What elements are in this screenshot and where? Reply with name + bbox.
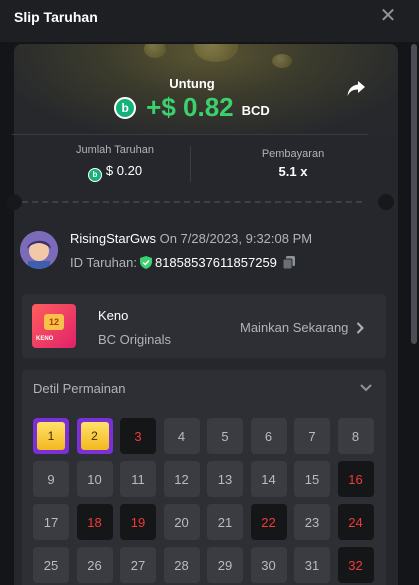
keno-tile-23: 23: [294, 504, 330, 540]
avatar-image: [20, 231, 58, 269]
keno-tile-9: 9: [33, 461, 69, 497]
dashed-divider: [22, 201, 362, 203]
keno-tile-10: 10: [76, 461, 113, 497]
result-amount: +$ 0.82: [146, 92, 234, 122]
keno-tile-13: 13: [207, 461, 243, 497]
keno-tile-6: 6: [250, 418, 287, 454]
scrollbar[interactable]: [411, 44, 417, 344]
game-name: Keno: [98, 308, 129, 323]
keno-tile-8: 8: [337, 418, 374, 454]
keno-tile-3: 3: [120, 418, 156, 454]
bet-user-line: RisingStarGws On 7/28/2023, 9:32:08 PM: [70, 231, 312, 246]
bet-amount-value: b $ 0.20: [40, 163, 190, 182]
game-provider: BC Originals: [98, 332, 171, 347]
keno-tile-14: 14: [250, 461, 287, 497]
ticket-notch-right: [378, 194, 394, 210]
chevron-right-icon: [357, 321, 365, 334]
keno-tile-17: 17: [33, 504, 69, 540]
keno-tile-24: 24: [337, 504, 374, 540]
stat-separator: [190, 146, 191, 182]
keno-tile-15: 15: [294, 461, 330, 497]
bet-date: On 7/28/2023, 9:32:08 PM: [159, 231, 313, 246]
keno-thumbnail[interactable]: 12 KENO: [32, 304, 76, 348]
avatar[interactable]: [20, 231, 58, 269]
keno-tile-27: 27: [120, 547, 156, 583]
keno-tile-28: 28: [163, 547, 200, 583]
close-icon[interactable]: ✕: [378, 6, 398, 26]
modal-title: Slip Taruhan: [14, 9, 98, 25]
keno-tile-4: 4: [163, 418, 200, 454]
keno-thumb-label: KENO: [36, 336, 54, 342]
keno-tile-5: 5: [207, 418, 243, 454]
keno-tile-2: 2: [76, 418, 113, 454]
chevron-down-icon[interactable]: [360, 384, 372, 392]
bet-amount-text: $ 0.20: [105, 163, 143, 178]
bet-id-line: ID Taruhan: 81858537611857259: [70, 255, 295, 270]
keno-tile-29: 29: [207, 547, 243, 583]
bet-id-label: ID Taruhan:: [70, 255, 137, 270]
result-amount-row: b +$ 0.82 BCD: [0, 92, 384, 123]
verified-shield-icon: [139, 256, 152, 269]
bcd-coin-icon: b: [87, 168, 102, 182]
bet-amount-label: Jumlah Taruhan: [75, 144, 155, 156]
keno-tile-30: 30: [250, 547, 287, 583]
share-icon[interactable]: [346, 80, 366, 98]
keno-tile-19: 19: [120, 504, 156, 540]
play-now-link[interactable]: Mainkan Sekarang: [240, 320, 365, 335]
keno-gem-icon: 1: [37, 422, 65, 450]
details-title: Detil Permainan: [33, 381, 126, 396]
keno-tile-18: 18: [76, 504, 113, 540]
payout-label: Pembayaran: [261, 148, 325, 160]
bet-id-value: 81858537611857259: [154, 255, 277, 270]
coin-decoration: [272, 54, 292, 68]
keno-ball-icon: 12: [44, 314, 64, 330]
keno-gem-icon: 2: [80, 422, 109, 450]
keno-tile-26: 26: [76, 547, 113, 583]
payout-value: 5.1 x: [278, 164, 308, 179]
ticket-notch-left: [6, 194, 22, 210]
keno-tile-12: 12: [163, 461, 200, 497]
keno-tile-22: 22: [250, 504, 287, 540]
result-currency: BCD: [241, 103, 270, 118]
keno-tile-25: 25: [33, 547, 69, 583]
coin-decoration: [194, 44, 238, 62]
modal-header: Slip Taruhan ✕: [0, 0, 419, 42]
keno-tile-11: 11: [120, 461, 156, 497]
keno-tile-7: 7: [294, 418, 330, 454]
bcd-coin-icon: b: [114, 96, 137, 119]
coin-decoration: [144, 44, 166, 58]
play-now-label: Mainkan Sekarang: [240, 320, 349, 335]
divider: [12, 134, 368, 135]
game-card: 12 KENO Keno BC Originals Mainkan Sekara…: [22, 294, 386, 358]
keno-tile-32: 32: [337, 547, 374, 583]
result-label: Untung: [169, 76, 215, 91]
keno-tile-16: 16: [337, 461, 374, 497]
keno-tile-31: 31: [294, 547, 330, 583]
keno-tile-21: 21: [207, 504, 243, 540]
game-details-panel: Detil Permainan 1 2 3 4 5 6 7 8 9 10 11 12 13 14 15 16 1…: [22, 370, 386, 585]
copy-icon[interactable]: [282, 256, 295, 269]
keno-tile-1: 1: [33, 418, 69, 454]
keno-tile-20: 20: [163, 504, 200, 540]
username[interactable]: RisingStarGws: [70, 231, 156, 246]
